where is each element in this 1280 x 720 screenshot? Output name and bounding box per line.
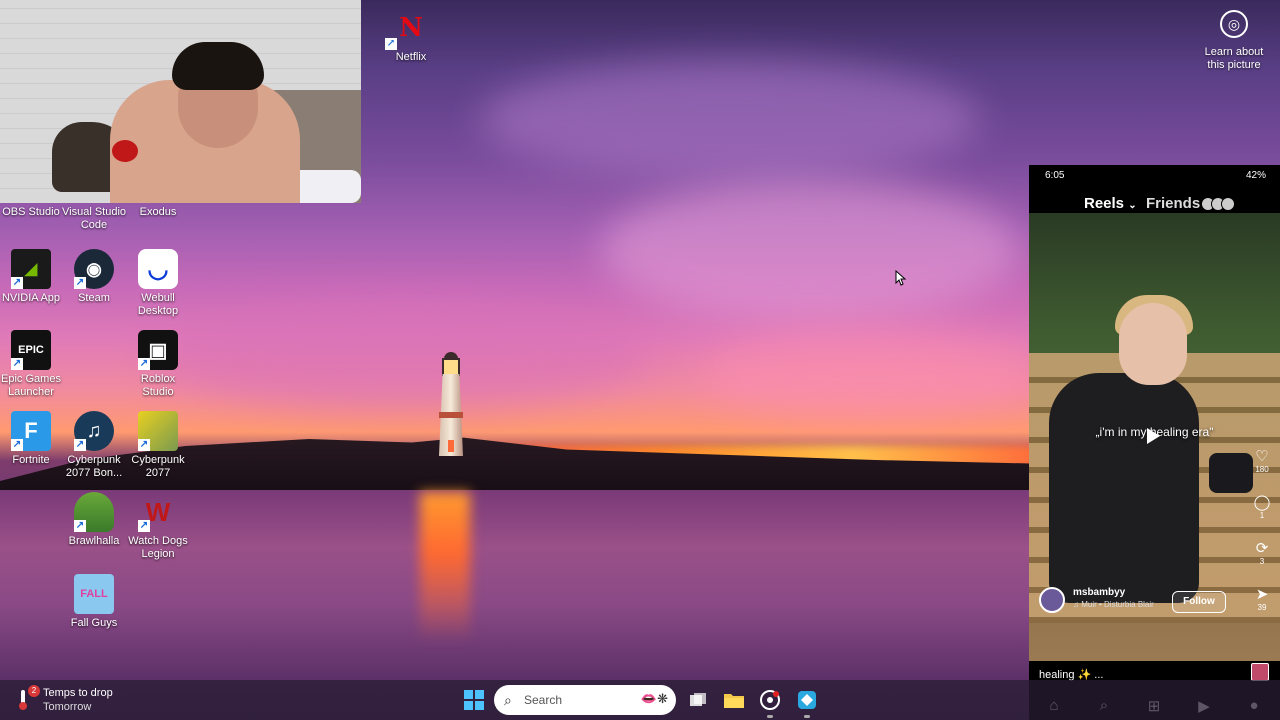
battery-indicator: 42% xyxy=(1245,170,1266,181)
desktop-icon-roblox[interactable]: ▣ ↗ Roblox Studio xyxy=(126,330,190,399)
notification-badge: 2 xyxy=(28,685,40,697)
nvidia-icon: ◢ ↗ xyxy=(11,249,51,289)
friends-avatars xyxy=(1201,197,1239,211)
desktop-icon-netflix[interactable]: N ↗ Netflix xyxy=(379,8,443,64)
phone-link-icon xyxy=(798,691,816,709)
fall-guys-icon: FALL xyxy=(74,574,114,614)
chrome-button[interactable] xyxy=(756,686,784,714)
task-view-icon xyxy=(690,693,706,706)
reels-tabs: Reels ⌄ Friends xyxy=(1029,193,1280,215)
roblox-icon: ▣ ↗ xyxy=(138,330,178,370)
taskbar-search[interactable]: ⌕ Search 👄❋ xyxy=(494,685,676,715)
thermometer-icon xyxy=(19,690,27,710)
music-note-icon: ♫ ↗ xyxy=(74,411,114,451)
sticker-icon[interactable] xyxy=(1251,663,1269,681)
tab-friends[interactable]: Friends xyxy=(1146,195,1200,212)
desktop-icon-obs[interactable]: OBS Studio xyxy=(0,203,63,219)
cyberpunk-icon: ↗ xyxy=(138,411,178,451)
brawlhalla-icon: ↗ xyxy=(74,492,114,532)
repost-icon: ⟳ xyxy=(1255,540,1269,557)
running-indicator xyxy=(804,715,810,718)
desktop-icon-vscode[interactable]: Visual Studio Code xyxy=(62,203,126,232)
task-view-button[interactable] xyxy=(684,686,712,714)
windows-icon xyxy=(464,690,484,710)
epic-games-icon: EPIC ↗ xyxy=(11,330,51,370)
webull-icon: ◡ xyxy=(138,249,178,289)
phone-mirror-window[interactable]: 6:05 42% Reels ⌄ Friends „i'm in my heal… xyxy=(1029,165,1280,720)
remix-button[interactable]: ⟳ 3 xyxy=(1250,540,1274,567)
phone-link-button[interactable] xyxy=(793,686,821,714)
chevron-down-icon: ⌄ xyxy=(1128,200,1137,211)
desktop-icon-brawlhalla[interactable]: ↗ Brawlhalla xyxy=(62,492,126,548)
desktop-icon-cyberpunk-bonus[interactable]: ♫ ↗ Cyberpunk 2077 Bon... xyxy=(62,411,126,480)
like-button[interactable]: ♡ 180 xyxy=(1250,448,1274,475)
folder-icon xyxy=(724,694,744,708)
comment-button[interactable]: ◯ 1 xyxy=(1250,494,1274,521)
follow-button[interactable]: Follow xyxy=(1172,591,1226,613)
desktop-icon-nvidia[interactable]: ◢ ↗ NVIDIA App xyxy=(0,249,63,305)
reel-author: msbambyy ♫ Muir • Disturbia Blair Follow xyxy=(1039,587,1279,619)
lighthouse xyxy=(433,352,469,456)
fortnite-icon: F ↗ xyxy=(11,411,51,451)
watch-dogs-icon: W ↗ xyxy=(138,496,171,532)
webcam-overlay xyxy=(0,0,361,203)
play-icon[interactable] xyxy=(1147,428,1160,444)
netflix-icon: N ↗ xyxy=(385,13,423,50)
desktop-icon-fortnite[interactable]: F ↗ Fortnite xyxy=(0,411,63,467)
music-info[interactable]: ♫ Muir • Disturbia Blair xyxy=(1073,600,1154,609)
browser-icon xyxy=(760,690,780,710)
taskbar: 2 Temps to drop Tomorrow ⌕ Search 👄❋ xyxy=(0,680,1280,720)
desktop-icon-exodus[interactable]: Exodus xyxy=(126,203,190,219)
file-explorer-button[interactable] xyxy=(720,686,748,714)
learn-about-picture-button[interactable]: ◎ Learn about this picture xyxy=(1200,10,1268,72)
search-icon: ⌕ xyxy=(504,692,512,708)
running-indicator xyxy=(767,715,773,718)
tab-reels[interactable]: Reels ⌄ xyxy=(1084,195,1137,212)
desktop-icon-cyberpunk[interactable]: ↗ Cyberpunk 2077 xyxy=(126,411,190,480)
avatar[interactable] xyxy=(1039,587,1065,613)
phone-status-bar: 6:05 42% xyxy=(1045,170,1266,181)
comment-icon: ◯ xyxy=(1253,494,1271,511)
desktop-icon-watchdogs[interactable]: W ↗ Watch Dogs Legion xyxy=(126,492,190,561)
desktop-icon-epic[interactable]: EPIC ↗ Epic Games Launcher xyxy=(0,330,63,399)
start-button[interactable] xyxy=(460,686,488,714)
username[interactable]: msbambyy xyxy=(1073,587,1125,598)
search-highlight-icon: 👄❋ xyxy=(640,691,668,706)
weather-widget[interactable]: 2 Temps to drop Tomorrow xyxy=(18,685,138,715)
heart-icon: ♡ xyxy=(1255,448,1269,465)
desktop-icon-webull[interactable]: ◡ Webull Desktop xyxy=(126,249,190,318)
camera-icon: ◎ xyxy=(1220,10,1248,38)
desktop-icon-fallguys[interactable]: FALL Fall Guys xyxy=(62,574,126,630)
desktop-icon-steam[interactable]: ◉ ↗ Steam xyxy=(62,249,126,305)
steam-icon: ◉ ↗ xyxy=(74,249,114,289)
